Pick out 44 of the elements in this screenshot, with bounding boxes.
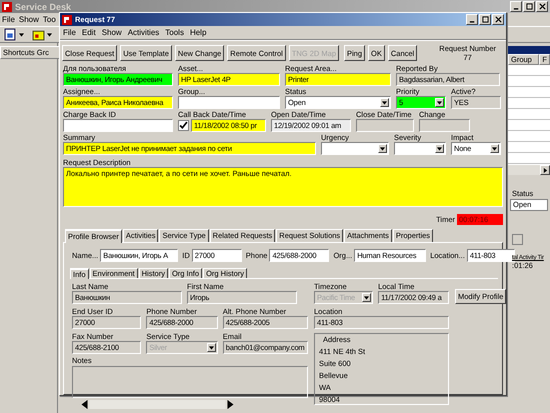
maximize-icon (526, 3, 532, 10)
close-icon (494, 16, 502, 23)
menu-item[interactable]: Show (102, 28, 122, 37)
dropdown-field[interactable] (394, 142, 446, 155)
dropdown-arrow-icon[interactable] (378, 144, 387, 153)
menu-item[interactable]: Help (190, 28, 206, 37)
folder-icon[interactable] (32, 28, 45, 41)
menu-item[interactable]: File (2, 15, 15, 24)
notes-area[interactable] (72, 366, 308, 398)
maximize-button[interactable] (479, 14, 491, 25)
close-icon (538, 3, 546, 10)
scroll-right-icon[interactable] (226, 400, 235, 409)
scroll-right-icon[interactable] (540, 165, 550, 175)
dropdown-arrow-icon[interactable] (435, 144, 444, 153)
dropdown-arrow-icon[interactable] (435, 98, 444, 107)
list-header-bar (508, 46, 550, 54)
menu-item[interactable]: Activities (128, 28, 160, 37)
dropdown-field[interactable] (321, 142, 389, 155)
minimize-button[interactable] (466, 14, 478, 25)
app-logo-icon (2, 2, 12, 12)
text-field[interactable] (356, 119, 414, 132)
maximize-button[interactable] (523, 1, 535, 12)
maximize-icon (482, 16, 488, 23)
menu-item[interactable]: File (63, 28, 76, 37)
document-icon[interactable] (4, 28, 17, 41)
app-logo-icon (62, 14, 72, 24)
checkbox[interactable] (178, 120, 189, 131)
menu-item[interactable]: Show (18, 15, 39, 24)
menu-item[interactable]: Edit (82, 28, 96, 37)
minimize-button[interactable] (510, 1, 522, 12)
menu-item[interactable]: Too (42, 15, 56, 24)
scroll-left-icon[interactable] (80, 400, 89, 409)
app-title: Service Desk (15, 2, 72, 12)
text-field[interactable] (63, 119, 173, 132)
caret-icon[interactable] (47, 32, 52, 36)
close-button[interactable] (536, 1, 548, 12)
menu-item[interactable]: Tools (165, 28, 184, 37)
dropdown-arrow-icon[interactable] (490, 144, 499, 153)
close-button[interactable] (492, 14, 504, 25)
text-field[interactable] (419, 119, 470, 132)
text-field[interactable] (178, 96, 280, 109)
checkbox[interactable] (512, 234, 523, 245)
dropdown-arrow-icon[interactable] (380, 98, 389, 107)
caret-icon[interactable] (19, 32, 24, 36)
